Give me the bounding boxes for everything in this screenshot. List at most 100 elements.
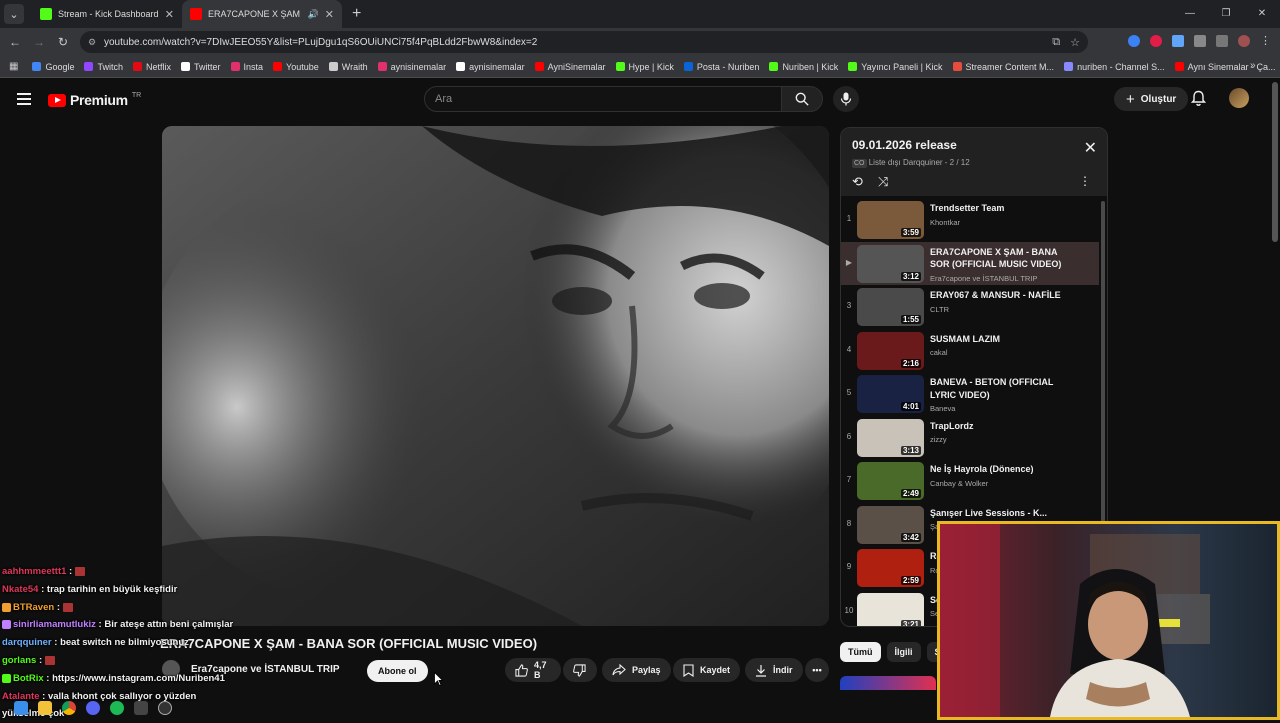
playlist-item-thumbnail[interactable]: 2:59: [857, 549, 924, 587]
search-button[interactable]: [781, 86, 823, 112]
playlist-item-thumbnail[interactable]: 3:42: [857, 505, 924, 544]
apps-grid-icon[interactable]: ▦: [9, 61, 18, 72]
playlist-item[interactable]: 1 3:59 Trendsetter Team Khontkar: [841, 198, 1099, 242]
download-button[interactable]: İndir: [745, 658, 803, 682]
speaker-icon[interactable]: 🔊: [308, 9, 319, 20]
filter-chip[interactable]: Tümü: [840, 642, 881, 662]
menu-icon[interactable]: [17, 93, 31, 105]
bookmark-item[interactable]: Insta: [230, 62, 263, 72]
more-actions-button[interactable]: •••: [805, 658, 829, 682]
playlist-item[interactable]: 4 2:16 SUSMAM LAZIM cakal: [841, 329, 1099, 373]
save-button[interactable]: Kaydet: [673, 658, 741, 682]
playlist-item[interactable]: 3 1:55 ERAY067 & MANSUR - NAFİLE CLTR: [841, 285, 1099, 329]
bookmark-item[interactable]: Wraith: [328, 62, 368, 72]
tab-kick-dashboard[interactable]: Stream - Kick Dashboard ✕: [32, 0, 182, 28]
loop-button[interactable]: ⟲: [852, 174, 863, 190]
bookmark-label: Nuriben | Kick: [782, 61, 839, 72]
chat-username[interactable]: darqquiner: [2, 637, 52, 648]
bookmark-item[interactable]: Yayıncı Paneli | Kick: [848, 62, 943, 72]
bookmark-item[interactable]: Youtube: [273, 62, 319, 72]
media-icon[interactable]: [1216, 35, 1228, 47]
back-button[interactable]: ←: [3, 35, 27, 49]
close-icon[interactable]: ✕: [325, 8, 334, 21]
playlist-item-thumbnail[interactable]: 1:55: [857, 288, 924, 326]
url-field[interactable]: ⚙ youtube.com/watch?v=7DIwJEEO55Y&list=P…: [80, 31, 1088, 53]
spotify-icon[interactable]: [110, 701, 124, 715]
playlist-item-thumbnail[interactable]: 3:21: [857, 592, 924, 626]
close-icon[interactable]: ✕: [165, 8, 174, 21]
bookmark-item[interactable]: Twitch: [84, 62, 123, 72]
playlist-item-thumbnail[interactable]: 3:59: [857, 201, 924, 239]
playlist-item-thumbnail[interactable]: 2:16: [857, 331, 924, 370]
chat-username[interactable]: BotRix: [13, 673, 44, 684]
tab-search-button[interactable]: ⌄: [4, 4, 24, 24]
bookmark-item[interactable]: Aynı Sinemalar - Ça...: [1174, 62, 1276, 72]
discord-icon[interactable]: [86, 701, 100, 715]
app-icon[interactable]: [134, 701, 148, 715]
bookmark-item[interactable]: Twitter: [181, 62, 221, 72]
maximize-button[interactable]: ❐: [1208, 0, 1244, 28]
playlist-item[interactable]: 6 3:13 TrapLordz zizzy: [841, 416, 1099, 460]
playlist-item[interactable]: ▶ 3:12 ERA7CAPONE X ŞAM - BANA SOR (OFFICI…: [841, 241, 1099, 285]
obs-icon[interactable]: [158, 701, 172, 715]
chrome-icon[interactable]: [62, 701, 76, 715]
bookmark-item[interactable]: Google: [32, 62, 74, 72]
new-tab-button[interactable]: +: [352, 5, 361, 23]
bookmark-item[interactable]: Netflix: [133, 62, 171, 72]
playlist-item[interactable]: 5 4:01 BANEVA - BETON (OFFICIAL LYRIC VIDE…: [841, 372, 1099, 416]
bookmarks-overflow-button[interactable]: »: [1250, 60, 1256, 71]
share-button[interactable]: Paylaş: [602, 658, 671, 682]
profile-icon[interactable]: [1238, 35, 1250, 47]
chat-username[interactable]: Nkate54: [2, 584, 38, 595]
site-info-icon[interactable]: ⚙: [88, 37, 96, 48]
dislike-button[interactable]: [563, 658, 597, 682]
bookmark-item[interactable]: aynisinemalar: [377, 62, 446, 72]
playlist-item-thumbnail[interactable]: 3:12: [857, 244, 924, 283]
youtube-logo[interactable]: Premium TR: [48, 92, 141, 108]
notifications-button[interactable]: [1190, 90, 1207, 112]
file-explorer-icon[interactable]: [38, 701, 52, 715]
video-player[interactable]: [162, 126, 829, 626]
related-thumbnail[interactable]: [840, 676, 936, 690]
playlist-item-thumbnail[interactable]: 2:49: [857, 462, 924, 500]
playlist-more-button[interactable]: ⋮: [1079, 174, 1091, 188]
menu-dots-icon[interactable]: ⋮: [1260, 35, 1272, 47]
playlist-item-thumbnail[interactable]: 4:01: [857, 375, 924, 413]
windows-start-icon[interactable]: [14, 701, 28, 715]
avatar[interactable]: [1229, 88, 1249, 108]
page-scrollbar[interactable]: [1272, 82, 1278, 242]
playlist-item-thumbnail[interactable]: 3:13: [857, 418, 924, 457]
chat-username[interactable]: sinirliamamutlukiz: [13, 619, 96, 630]
create-button[interactable]: + Oluştur: [1114, 87, 1189, 111]
close-window-button[interactable]: ✕: [1244, 0, 1280, 28]
bookmark-item[interactable]: Posta - Nuriben: [683, 62, 759, 72]
bookmark-item[interactable]: Hype | Kick: [615, 62, 674, 72]
bookmark-star-icon[interactable]: ☆: [1070, 36, 1080, 49]
extension-icon[interactable]: [1128, 35, 1140, 47]
bookmark-item[interactable]: nuriben - Channel S...: [1064, 62, 1165, 72]
shield-icon[interactable]: [1172, 35, 1184, 47]
playlist-item[interactable]: 7 2:49 Ne İş Hayrola (Dönence) Canbay & Wol…: [841, 459, 1099, 503]
voice-search-button[interactable]: [833, 86, 859, 112]
subscribe-button[interactable]: Abone ol: [367, 660, 428, 682]
bookmark-item[interactable]: Streamer Content M...: [952, 62, 1054, 72]
puzzle-icon[interactable]: [1194, 35, 1206, 47]
playlist-title[interactable]: 09.01.2026 release: [852, 138, 957, 152]
reload-button[interactable]: ↻: [51, 35, 75, 49]
chat-username[interactable]: BTRaven: [13, 602, 54, 613]
search-input[interactable]: Ara: [424, 86, 782, 112]
close-playlist-button[interactable]: ✕: [1084, 138, 1097, 158]
forward-button[interactable]: →: [27, 35, 51, 49]
extension-icon[interactable]: [1150, 35, 1162, 47]
open-in-app-icon[interactable]: ⧉: [1052, 36, 1060, 49]
bookmark-item[interactable]: aynisinemalar: [456, 62, 525, 72]
like-button[interactable]: 4,7 B: [505, 658, 561, 682]
minimize-button[interactable]: —: [1172, 0, 1208, 28]
filter-chip[interactable]: İlgili: [886, 642, 921, 662]
bookmark-item[interactable]: Nuriben | Kick: [769, 62, 838, 72]
bookmark-item[interactable]: AyniSinemalar: [534, 62, 606, 72]
chat-username[interactable]: gorlans: [2, 655, 36, 666]
shuffle-button[interactable]: ⤨: [878, 174, 888, 190]
chat-username[interactable]: aahhmmeettt1: [2, 566, 66, 577]
tab-youtube-video[interactable]: ERA7CAPONE X ŞAM - BAN 🔊 ✕: [182, 0, 342, 28]
